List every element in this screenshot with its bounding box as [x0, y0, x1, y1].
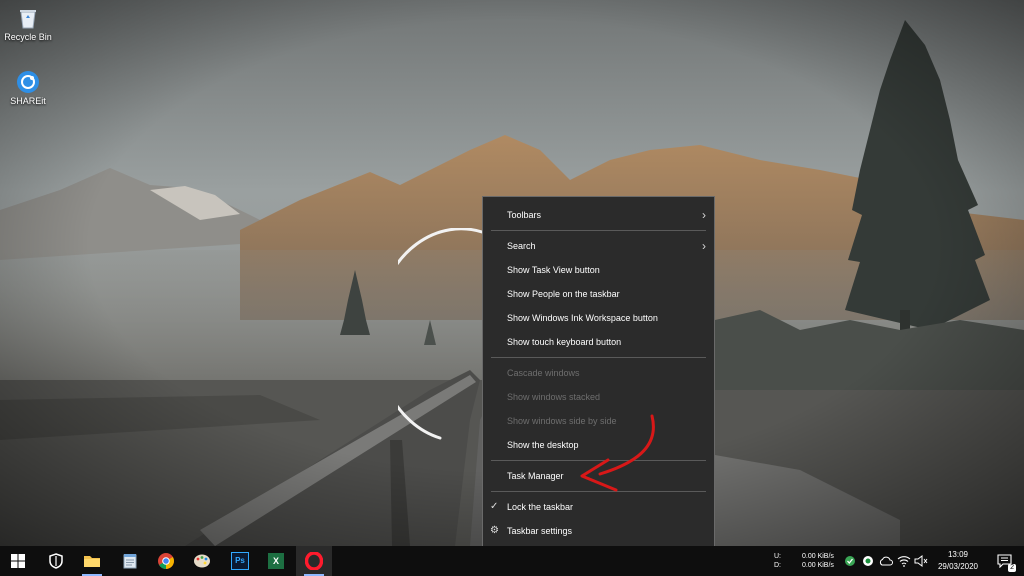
checkmark-icon: ✓	[490, 501, 499, 512]
action-center-button[interactable]: 2	[990, 546, 1020, 576]
taskbar-clock[interactable]: 13:09 29/03/2020	[930, 549, 986, 573]
menu-item-label: Lock the taskbar	[507, 502, 574, 512]
menu-item-show-task-view[interactable]: Show Task View button	[483, 259, 714, 281]
chevron-right-icon: ›	[702, 239, 706, 253]
tray-wifi[interactable]	[896, 546, 912, 576]
chevron-right-icon: ›	[702, 208, 706, 222]
notification-count-badge: 2	[1008, 564, 1016, 572]
menu-separator	[491, 230, 706, 231]
speaker-icon	[914, 555, 928, 567]
menu-item-show-touch-keyboard[interactable]: Show touch keyboard button	[483, 331, 714, 353]
clock-date: 29/03/2020	[937, 562, 979, 571]
download-speed: 0.00 KiB/s	[802, 562, 834, 569]
network-speed-labels: U: D:	[774, 552, 781, 570]
menu-item-label: Cascade windows	[507, 368, 580, 378]
excel-icon-text: X	[272, 556, 279, 566]
notepad-icon	[123, 554, 137, 569]
menu-item-search[interactable]: Search ›	[483, 235, 714, 257]
cloud-icon	[879, 556, 893, 566]
menu-item-label: Show Windows Ink Workspace button	[507, 313, 658, 323]
taskbar-paint[interactable]	[184, 546, 220, 576]
upload-speed: 0.00 KiB/s	[802, 553, 834, 560]
taskbar-photoshop[interactable]: Ps	[222, 546, 258, 576]
taskbar-file-explorer[interactable]	[74, 546, 110, 576]
red-arrow-annotation	[580, 414, 655, 492]
windows-logo-icon	[11, 554, 25, 568]
menu-item-label: Taskbar settings	[507, 526, 573, 536]
start-button[interactable]	[0, 546, 36, 576]
excel-icon: X	[268, 553, 284, 569]
network-speed-values: 0.00 KiB/s 0.00 KiB/s	[802, 552, 834, 570]
menu-item-label: Show touch keyboard button	[507, 337, 622, 347]
desktop-icon-label: Recycle Bin	[4, 32, 52, 42]
chrome-icon	[158, 553, 174, 569]
menu-item-taskbar-settings[interactable]: ⚙ Taskbar settings	[483, 520, 714, 542]
tray-volume[interactable]	[913, 546, 929, 576]
desktop-icon-label: SHAREit	[10, 96, 46, 106]
menu-item-label: Show Task View button	[507, 265, 600, 275]
shareit-icon	[16, 70, 40, 94]
menu-separator	[491, 357, 706, 358]
taskbar-security[interactable]	[38, 546, 74, 576]
menu-item-toolbars[interactable]: Toolbars ›	[483, 204, 714, 226]
menu-item-label: Task Manager	[507, 471, 564, 481]
menu-item-label: Show People on the taskbar	[507, 289, 620, 299]
wifi-icon	[897, 556, 911, 567]
photoshop-icon: Ps	[231, 552, 249, 570]
taskbar-excel[interactable]: X	[258, 546, 294, 576]
desktop-icon-recycle-bin[interactable]: Recycle Bin	[0, 6, 56, 42]
tray-antivirus[interactable]	[860, 546, 876, 576]
photoshop-icon-text: Ps	[235, 556, 245, 565]
tray-onedrive[interactable]	[878, 546, 894, 576]
menu-item-cascade-windows: Cascade windows	[483, 362, 714, 384]
taskbar-notepad[interactable]	[112, 546, 148, 576]
menu-item-show-ink-workspace[interactable]: Show Windows Ink Workspace button	[483, 307, 714, 329]
opera-icon	[305, 552, 323, 570]
antivirus-icon	[863, 556, 873, 566]
desktop-icon-shareit[interactable]: SHAREit	[0, 70, 56, 106]
paint-palette-icon	[194, 554, 210, 568]
menu-item-show-people[interactable]: Show People on the taskbar	[483, 283, 714, 305]
security-shield-icon	[845, 556, 855, 566]
tray-security[interactable]	[842, 546, 858, 576]
taskbar-chrome[interactable]	[148, 546, 184, 576]
download-label: D:	[774, 562, 781, 569]
menu-item-label: Search	[507, 241, 536, 251]
clock-time: 13:09	[947, 550, 969, 559]
recycle-bin-icon	[16, 6, 40, 30]
menu-item-show-windows-stacked: Show windows stacked	[483, 386, 714, 408]
upload-label: U:	[774, 553, 781, 560]
taskbar-opera[interactable]	[296, 546, 332, 576]
menu-item-label: Show windows stacked	[507, 392, 601, 402]
gear-icon: ⚙	[490, 525, 499, 536]
shield-icon	[49, 553, 63, 569]
menu-item-lock-taskbar[interactable]: ✓ Lock the taskbar	[483, 496, 714, 518]
folder-icon	[84, 556, 100, 567]
menu-item-label: Toolbars	[507, 210, 542, 220]
